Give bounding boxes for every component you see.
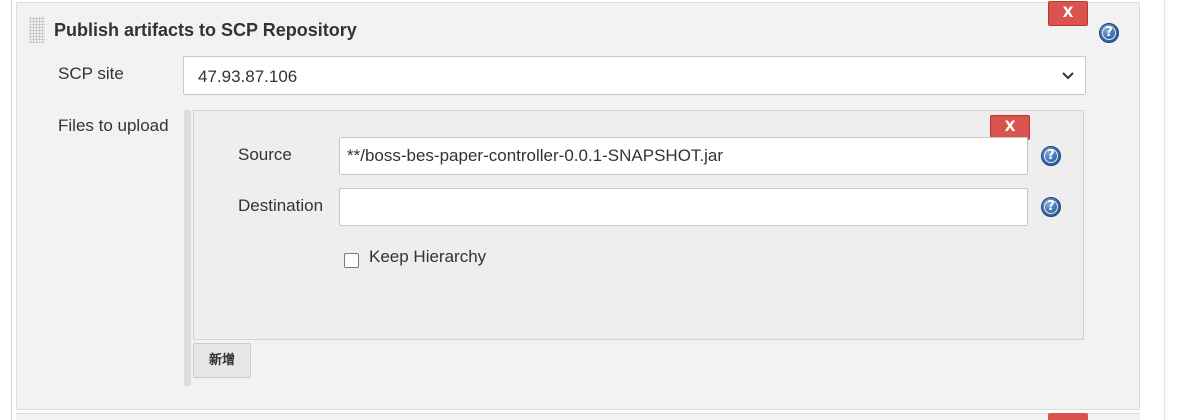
destination-help-icon[interactable]: ? xyxy=(1041,197,1061,217)
files-group-bar xyxy=(184,110,191,386)
keep-hierarchy-checkbox[interactable] xyxy=(344,253,359,268)
next-step-delete-button[interactable] xyxy=(1048,413,1088,420)
scp-site-select[interactable]: 47.93.87.106 xyxy=(183,56,1086,95)
scp-site-selected-value: 47.93.87.106 xyxy=(198,67,298,86)
left-border xyxy=(11,0,12,420)
right-border xyxy=(1164,0,1165,420)
section-title: Publish artifacts to SCP Repository xyxy=(54,20,357,40)
page: Publish artifacts to SCP Repository X ? … xyxy=(0,0,1181,420)
destination-label: Destination xyxy=(238,196,324,215)
files-to-upload-label: Files to upload xyxy=(58,116,169,135)
scp-site-label: SCP site xyxy=(58,64,124,83)
next-step-panel xyxy=(16,413,1140,420)
chevron-down-icon xyxy=(1062,72,1074,80)
keep-hierarchy-label[interactable]: Keep Hierarchy xyxy=(369,247,486,267)
add-transfer-button[interactable]: 新增 xyxy=(193,343,251,378)
section-help-icon[interactable]: ? xyxy=(1099,23,1119,43)
source-input[interactable] xyxy=(339,137,1028,175)
source-help-icon[interactable]: ? xyxy=(1041,146,1061,166)
destination-input[interactable] xyxy=(339,188,1028,226)
drag-handle-icon[interactable] xyxy=(29,17,45,43)
source-label: Source xyxy=(238,145,292,164)
delete-step-button[interactable]: X xyxy=(1048,1,1088,26)
